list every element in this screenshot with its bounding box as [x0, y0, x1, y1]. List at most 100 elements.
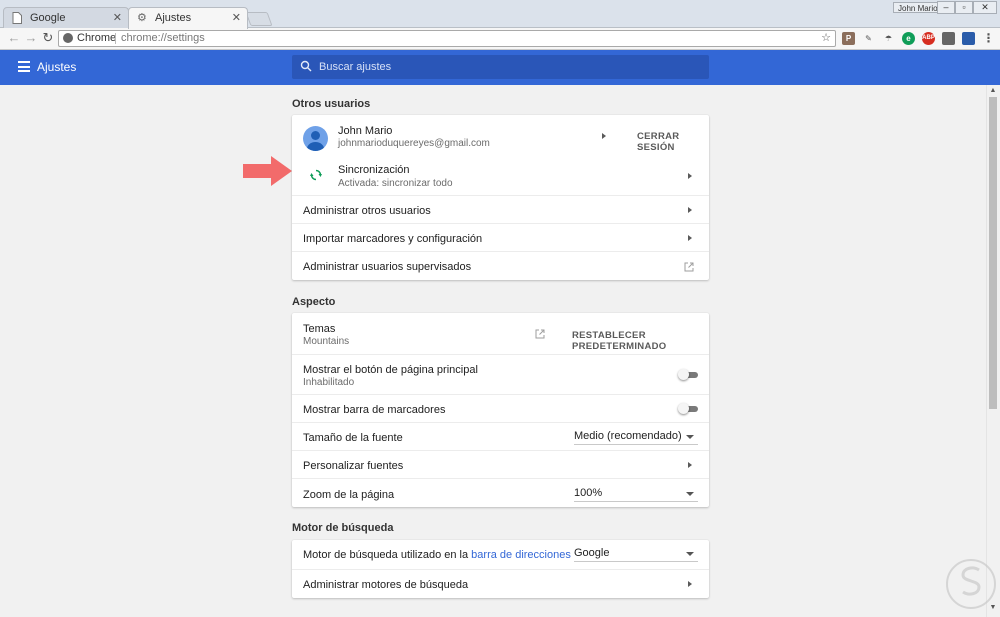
- external-link-icon[interactable]: [684, 262, 694, 272]
- zoom-label: Zoom de la página: [303, 489, 395, 501]
- tab-label: Google: [30, 12, 66, 24]
- browser-toolbar: ← → ↻ Chrome chrome://settings ☆ P ✎ ☂ e…: [0, 28, 1000, 50]
- search-input[interactable]: [319, 59, 689, 75]
- back-icon[interactable]: ←: [6, 30, 22, 46]
- extension-green-icon[interactable]: e: [902, 32, 915, 45]
- custom-fonts-row[interactable]: Personalizar fuentes: [292, 450, 709, 478]
- sync-row[interactable]: Sincronización Activada: sincronizar tod…: [292, 158, 709, 195]
- themes-label: Temas: [303, 323, 336, 335]
- close-icon[interactable]: ✕: [232, 8, 241, 29]
- extension-layers-icon[interactable]: [942, 32, 955, 45]
- section-title-aspecto: Aspecto: [292, 296, 336, 308]
- zoom-value: 100%: [574, 487, 603, 499]
- card-motor-busqueda: Motor de búsqueda utilizado en la barra …: [292, 540, 709, 598]
- manage-engines-row[interactable]: Administrar motores de búsqueda: [292, 569, 709, 598]
- minimize-button[interactable]: –: [937, 1, 955, 14]
- home-button-label: Mostrar el botón de página principal: [303, 364, 478, 376]
- page-title: Ajustes: [37, 60, 77, 74]
- section-title-otros-usuarios: Otros usuarios: [292, 98, 371, 110]
- extension-pen-icon[interactable]: ✎: [862, 32, 875, 45]
- tab-ajustes[interactable]: ⚙ Ajustes ✕: [128, 7, 248, 29]
- address-url: chrome://settings: [121, 32, 205, 44]
- watermark-logo-icon: [946, 559, 996, 609]
- maximize-button[interactable]: ▫: [955, 1, 973, 14]
- sync-icon: [310, 169, 322, 181]
- section-title-motor-busqueda: Motor de búsqueda: [292, 522, 394, 534]
- hamburger-menu-icon[interactable]: [18, 61, 30, 72]
- external-link-icon[interactable]: [535, 329, 545, 339]
- scrollbar-thumb[interactable]: [989, 97, 997, 409]
- chrome-menu-icon[interactable]: ⋮: [982, 32, 995, 45]
- tab-google[interactable]: Google ✕: [3, 7, 129, 28]
- manage-engines-label: Administrar motores de búsqueda: [303, 579, 469, 591]
- font-size-row: Tamaño de la fuente Medio (recomendado): [292, 422, 709, 450]
- supervised-row[interactable]: Administrar usuarios supervisados: [292, 251, 709, 280]
- themes-value: Mountains: [303, 336, 350, 347]
- search-engine-select[interactable]: Google: [574, 547, 698, 562]
- tab-label: Ajustes: [155, 12, 192, 24]
- bookmarks-bar-label: Mostrar barra de marcadores: [303, 404, 446, 416]
- extension-blue-icon[interactable]: [962, 32, 975, 45]
- import-label: Importar marcadores y configuración: [303, 233, 483, 245]
- signout-button[interactable]: CERRAR SESIÓN: [637, 131, 709, 153]
- user-row[interactable]: John Mario johnmarioduquereyes@gmail.com…: [292, 115, 709, 158]
- search-engine-value: Google: [574, 547, 610, 559]
- sync-status: Activada: sincronizar todo: [338, 178, 453, 189]
- themes-row[interactable]: Temas Mountains RESTABLECER PREDETERMINA…: [292, 313, 709, 354]
- supervised-label: Administrar usuarios supervisados: [303, 261, 472, 273]
- reload-icon[interactable]: ↻: [40, 30, 56, 46]
- scroll-up-icon[interactable]: ▲: [988, 87, 998, 97]
- adblock-icon[interactable]: ABP: [922, 32, 935, 45]
- forward-icon[interactable]: →: [23, 30, 39, 46]
- close-icon[interactable]: ✕: [113, 8, 122, 29]
- chevron-right-icon[interactable]: [688, 207, 692, 213]
- chevron-right-icon[interactable]: [602, 133, 606, 139]
- home-button-status: Inhabilitado: [303, 377, 355, 388]
- card-aspecto: Temas Mountains RESTABLECER PREDETERMINA…: [292, 313, 709, 507]
- custom-fonts-label: Personalizar fuentes: [303, 460, 404, 472]
- dropdown-caret-icon: [686, 552, 694, 556]
- user-email: johnmarioduquereyes@gmail.com: [338, 138, 490, 149]
- home-button-toggle[interactable]: [678, 369, 698, 380]
- extension-pdf-icon[interactable]: P: [842, 32, 855, 45]
- close-window-button[interactable]: ✕: [973, 1, 997, 14]
- annotation-arrow-icon: [243, 156, 292, 186]
- user-name: John Mario: [338, 125, 393, 137]
- bookmark-star-icon[interactable]: ☆: [821, 31, 831, 46]
- bookmarks-bar-toggle[interactable]: [678, 403, 698, 414]
- search-engine-row: Motor de búsqueda utilizado en la barra …: [292, 540, 709, 569]
- page-icon: [12, 12, 24, 24]
- profile-button[interactable]: John Mario: [893, 2, 943, 13]
- new-tab-button[interactable]: [245, 12, 273, 26]
- chevron-right-icon[interactable]: [688, 173, 692, 179]
- address-bar-link[interactable]: barra de direcciones: [471, 549, 571, 561]
- address-origin: Chrome: [77, 32, 117, 44]
- sync-label: Sincronización: [338, 164, 410, 176]
- font-size-label: Tamaño de la fuente: [303, 432, 403, 444]
- font-size-select[interactable]: Medio (recomendado): [574, 430, 698, 445]
- address-separator: [115, 33, 116, 44]
- search-icon: [300, 60, 312, 72]
- reset-theme-button[interactable]: RESTABLECER PREDETERMINADO: [572, 330, 709, 352]
- zoom-row: Zoom de la página 100%: [292, 478, 709, 507]
- extension-lamp-icon[interactable]: ☂: [882, 32, 895, 45]
- avatar: [303, 126, 328, 151]
- chevron-right-icon[interactable]: [688, 235, 692, 241]
- import-row[interactable]: Importar marcadores y configuración: [292, 223, 709, 251]
- manage-users-row[interactable]: Administrar otros usuarios: [292, 195, 709, 223]
- card-otros-usuarios: John Mario johnmarioduquereyes@gmail.com…: [292, 115, 709, 280]
- bookmarks-bar-row: Mostrar barra de marcadores: [292, 394, 709, 422]
- font-size-value: Medio (recomendado): [574, 430, 682, 442]
- chevron-right-icon[interactable]: [688, 581, 692, 587]
- chevron-right-icon[interactable]: [688, 462, 692, 468]
- chrome-icon: [63, 33, 73, 43]
- gear-icon: ⚙: [137, 12, 147, 24]
- tab-strip: Google ✕ ⚙ Ajustes ✕ John Mario – ▫ ✕: [0, 0, 1000, 29]
- zoom-select[interactable]: 100%: [574, 487, 698, 502]
- dropdown-caret-icon: [686, 492, 694, 496]
- manage-users-label: Administrar otros usuarios: [303, 205, 431, 217]
- settings-search[interactable]: [292, 55, 709, 79]
- address-bar[interactable]: Chrome chrome://settings ☆: [58, 30, 836, 47]
- home-button-row: Mostrar el botón de página principal Inh…: [292, 354, 709, 394]
- dropdown-caret-icon: [686, 435, 694, 439]
